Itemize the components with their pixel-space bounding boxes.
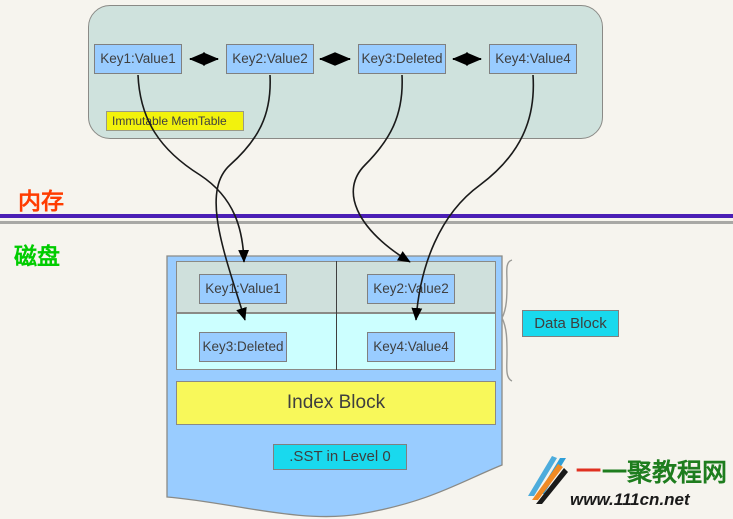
sst-entry[interactable]: Key4:Value4	[367, 332, 455, 362]
sst-entry[interactable]: Key2:Value2	[367, 274, 455, 304]
memory-tier-label: 内存	[18, 188, 64, 214]
disk-tier-label: 磁盘	[14, 243, 60, 269]
watermark-dash: 一	[576, 459, 601, 486]
data-block-column-divider	[336, 261, 337, 370]
memtable-entry[interactable]: Key4:Value4	[489, 44, 577, 74]
memtable-entry[interactable]: Key3:Deleted	[358, 44, 446, 74]
data-block-label: Data Block	[522, 310, 619, 337]
diagram-canvas: Key1:Value1 Key2:Value2 Key3:Deleted Key…	[0, 0, 733, 519]
memory-disk-divider-shadow	[0, 221, 733, 224]
site-watermark: 一 一聚教程网 www.111cn.net	[528, 456, 727, 509]
immutable-memtable-label: Immutable MemTable	[106, 111, 244, 131]
memtable-entry[interactable]: Key2:Value2	[226, 44, 314, 74]
watermark-site-name: 一聚教程网	[602, 459, 727, 487]
memtable-entry[interactable]: Key1:Value1	[94, 44, 182, 74]
sst-level-label: .SST in Level 0	[273, 444, 407, 470]
index-block: Index Block	[176, 381, 496, 425]
sst-entry[interactable]: Key1:Value1	[199, 274, 287, 304]
watermark-url: www.111cn.net	[570, 490, 691, 509]
watermark-slashes	[528, 456, 568, 504]
sst-entry[interactable]: Key3:Deleted	[199, 332, 287, 362]
memory-disk-divider-line	[0, 214, 733, 218]
